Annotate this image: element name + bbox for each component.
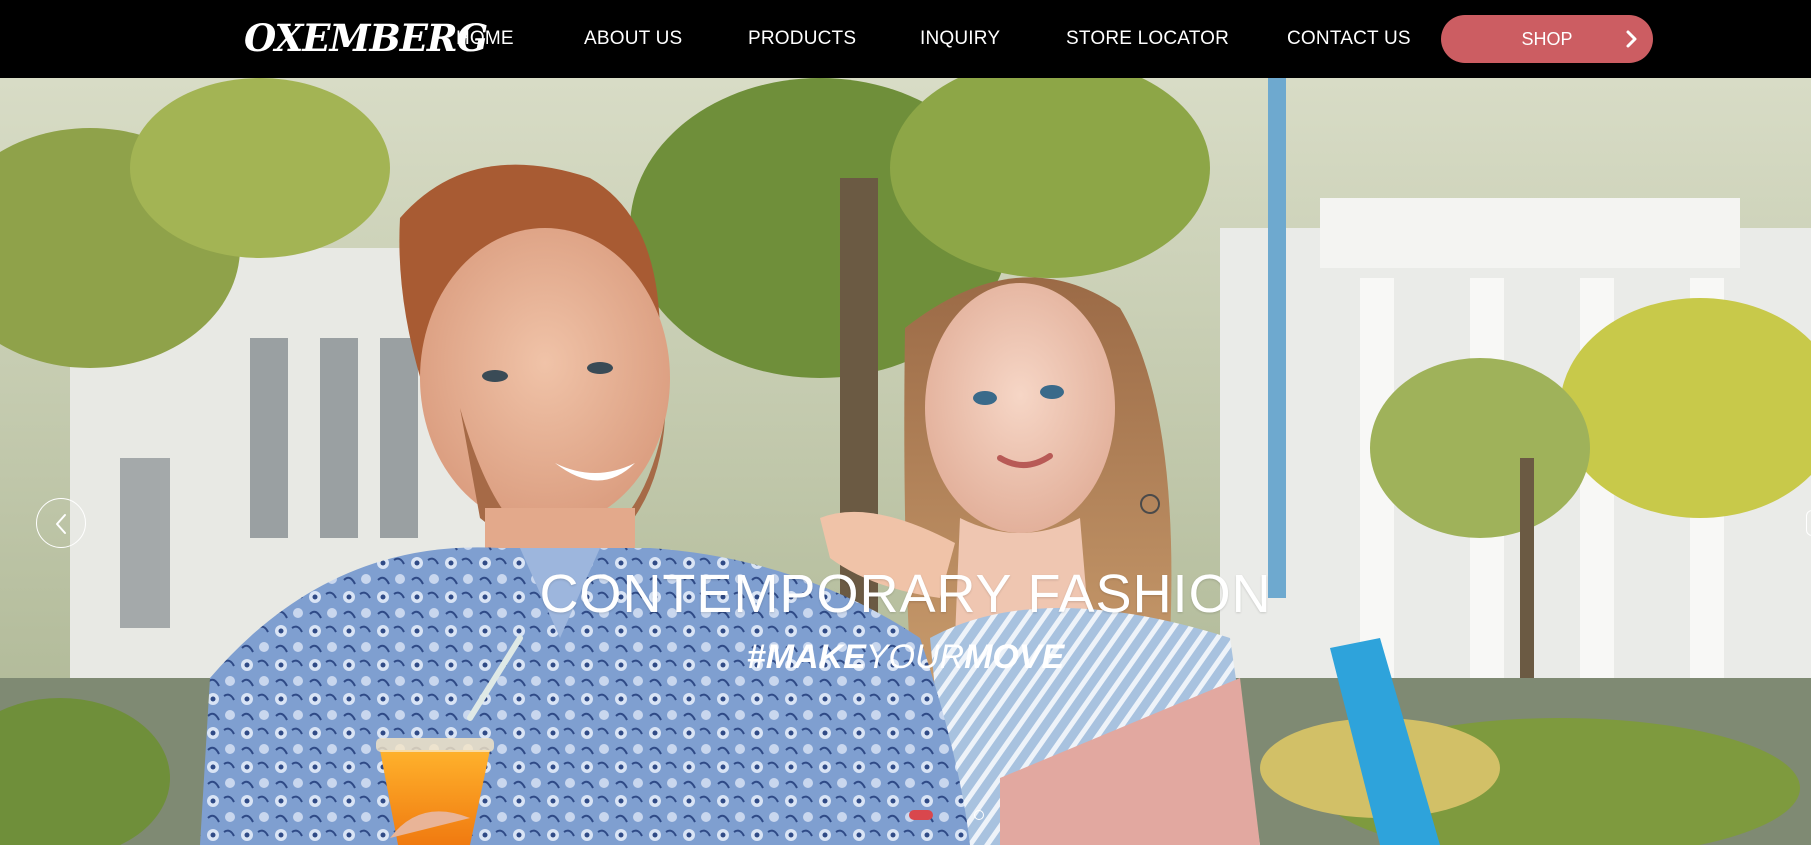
slider-next-button[interactable] xyxy=(1806,510,1811,536)
chevron-right-icon xyxy=(1626,30,1637,48)
slider-dot-2[interactable] xyxy=(974,810,984,820)
shop-button[interactable]: SHOP xyxy=(1441,15,1653,63)
hashtag-part-move: MOVE xyxy=(964,638,1065,676)
hero-slider xyxy=(0,78,1811,845)
slider-dot-1[interactable] xyxy=(909,810,933,820)
hero-image xyxy=(0,78,1811,845)
slider-prev-button[interactable] xyxy=(36,498,86,548)
chevron-left-icon xyxy=(56,514,66,534)
nav-item-inquiry[interactable]: INQUIRY xyxy=(920,26,1000,52)
nav-item-home[interactable]: HOME xyxy=(456,26,514,52)
nav-item-store-locator[interactable]: STORE LOCATOR xyxy=(1066,26,1229,52)
top-navigation-bar: OXEMBERG HOME ABOUT US PRODUCTS INQUIRY … xyxy=(0,0,1811,78)
hashtag-part-your: YOUR xyxy=(865,638,965,676)
nav-item-products[interactable]: PRODUCTS xyxy=(748,26,856,52)
hero-hashtag: #MAKEYOURMOVE xyxy=(0,637,1811,677)
nav-item-contact-us[interactable]: CONTACT US xyxy=(1287,26,1411,52)
hero-headline: CONTEMPORARY FASHION xyxy=(539,564,1272,624)
nav-item-about-us[interactable]: ABOUT US xyxy=(584,26,682,52)
hashtag-part-make: #MAKE xyxy=(746,638,866,676)
brand-logo[interactable]: OXEMBERG xyxy=(244,14,488,62)
